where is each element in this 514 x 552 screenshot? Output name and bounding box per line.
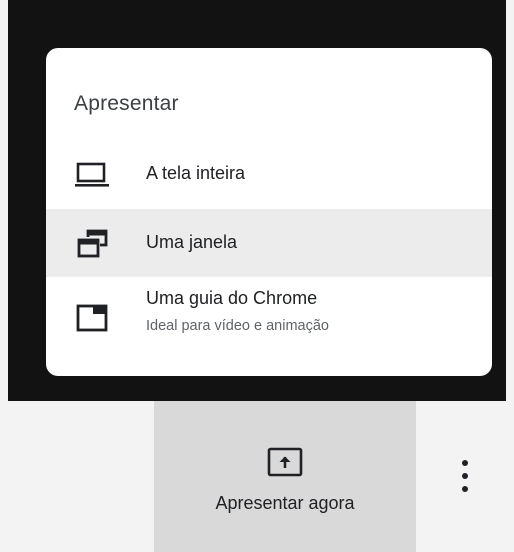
present-menu: Apresentar A tela inteira Uma janela Uma… [46, 48, 492, 376]
right-frame [506, 0, 514, 552]
menu-title: Apresentar [74, 92, 179, 115]
menu-item-chrome-tab[interactable]: Uma guia do Chrome Ideal para vídeo e an… [46, 278, 492, 358]
more-vertical-icon [462, 460, 468, 466]
more-options-button[interactable] [452, 456, 478, 496]
present-now-button[interactable]: Apresentar agora [154, 401, 416, 552]
menu-item-label: A tela inteira [146, 163, 246, 183]
menu-item-sublabel: Ideal para vídeo e animação [146, 318, 329, 334]
present-upload-icon [267, 447, 303, 477]
left-frame [0, 0, 8, 552]
present-now-label: Apresentar agora [215, 493, 355, 513]
menu-item-entire-screen[interactable]: A tela inteira [46, 140, 492, 208]
menu-item-label: Uma guia do Chrome [146, 288, 318, 308]
menu-item-window[interactable]: Uma janela [46, 209, 492, 277]
chrome-tab-icon [76, 304, 108, 332]
window-icon [77, 229, 108, 258]
monitor-icon [75, 162, 109, 187]
menu-item-label: Uma janela [146, 232, 238, 252]
